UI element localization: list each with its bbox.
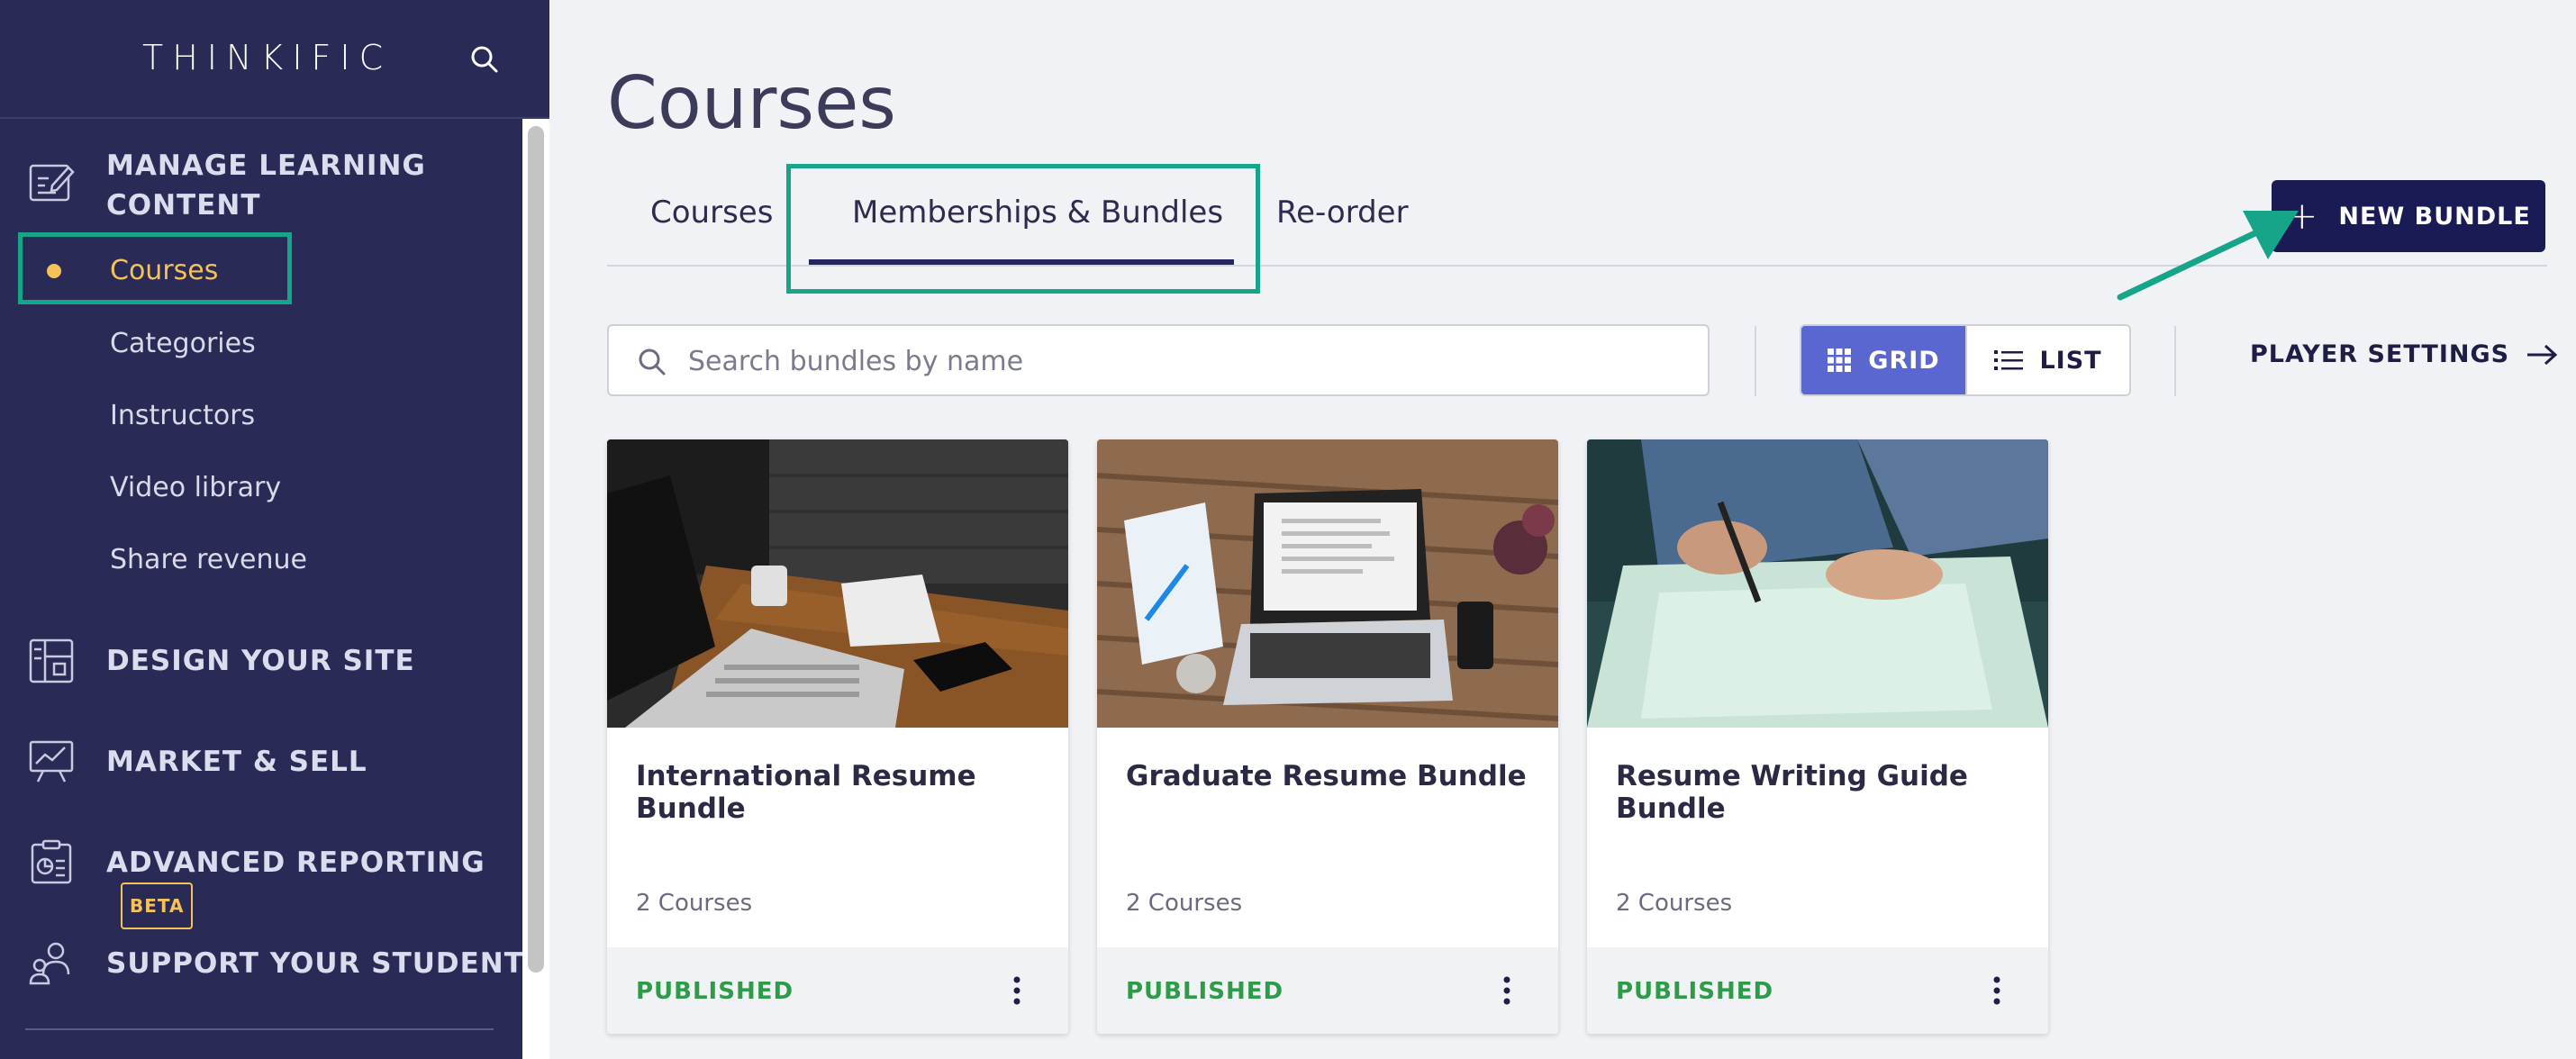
brand-bar: THINKIFIC [0, 0, 549, 119]
list-view-button[interactable]: LIST [1965, 326, 2129, 394]
bundle-card[interactable]: Graduate Resume Bundle 2 Courses PUBLISH… [1097, 439, 1558, 1034]
kebab-menu-icon[interactable] [1003, 971, 1030, 1010]
search-box [607, 324, 1710, 396]
app: THINKIFIC MANAGE LEARNING CONTENT Course… [0, 0, 2576, 1059]
chart-board-icon [29, 740, 74, 783]
edit-content-icon [29, 164, 75, 202]
nav-market-sell[interactable]: MARKET & SELL [106, 742, 367, 782]
bundle-title[interactable]: International Resume Bundle [636, 760, 1068, 825]
bundle-thumbnail [1097, 439, 1558, 728]
sidebar-item-video-library[interactable]: Video library [110, 472, 281, 503]
tab-re-order[interactable]: Re-order [1276, 195, 1409, 231]
list-icon [1994, 350, 2024, 370]
nav-advanced-reporting[interactable]: ADVANCED REPORTINGBETA [106, 843, 549, 929]
status-badge: PUBLISHED [1126, 978, 1284, 1005]
nav-support-your-students[interactable]: SUPPORT YOUR STUDENTS [106, 944, 545, 983]
sidebar-scrollbar-thumb[interactable] [528, 126, 544, 973]
sidebar-item-share-revenue[interactable]: Share revenue [110, 544, 307, 575]
layout-icon [29, 638, 74, 683]
grid-label: GRID [1868, 346, 1940, 375]
bundle-course-count: 2 Courses [1616, 890, 1733, 917]
highlight-box-tab [786, 164, 1260, 294]
beta-badge: BETA [121, 882, 194, 929]
list-label: LIST [2039, 346, 2102, 375]
arrow-right-icon [2527, 344, 2558, 365]
player-settings-label: PLAYER SETTINGS [2250, 340, 2510, 368]
bundle-card[interactable]: International Resume Bundle 2 Courses PU… [607, 439, 1068, 1034]
player-settings-link[interactable]: PLAYER SETTINGS [2250, 340, 2558, 368]
bundle-footer: PUBLISHED [1587, 947, 2048, 1034]
status-badge: PUBLISHED [1616, 978, 1774, 1005]
bundle-thumbnail [607, 439, 1068, 728]
bundle-thumbnail [1587, 439, 2048, 728]
grid-view-button[interactable]: GRID [1801, 326, 1965, 394]
nav-title-line2: CONTENT [106, 189, 261, 222]
report-icon [31, 839, 72, 884]
bundle-course-count: 2 Courses [636, 890, 753, 917]
users-icon [29, 942, 70, 985]
highlight-box-courses [18, 232, 292, 304]
nav-advanced-reporting-label: ADVANCED REPORTING [106, 846, 485, 879]
nav-design-your-site[interactable]: DESIGN YOUR SITE [106, 641, 415, 681]
tab-courses[interactable]: Courses [650, 195, 773, 231]
nav-title-line1: MANAGE LEARNING [106, 149, 426, 182]
toolbar-divider-2 [2174, 326, 2176, 396]
bundle-footer: PUBLISHED [1097, 947, 1558, 1034]
grid-icon [1828, 348, 1852, 372]
toolbar-divider [1755, 326, 1756, 396]
search-icon [639, 348, 666, 376]
new-bundle-label: NEW BUNDLE [2338, 202, 2531, 231]
bundle-card[interactable]: Resume Writing Guide Bundle 2 Courses PU… [1587, 439, 2048, 1034]
bundle-footer: PUBLISHED [607, 947, 1068, 1034]
search-input[interactable] [688, 339, 1679, 384]
search-icon[interactable] [468, 43, 501, 76]
bundle-course-count: 2 Courses [1126, 890, 1243, 917]
sidebar-item-instructors[interactable]: Instructors [110, 400, 255, 431]
status-badge: PUBLISHED [636, 978, 794, 1005]
bundle-title[interactable]: Resume Writing Guide Bundle [1616, 760, 2048, 825]
nav-manage-learning-content[interactable]: MANAGE LEARNING CONTENT [106, 146, 426, 225]
view-toggle: GRID LIST [1800, 324, 2131, 396]
kebab-menu-icon[interactable] [1983, 971, 2010, 1010]
page-title: Courses [607, 61, 896, 145]
sidebar-divider [25, 1028, 494, 1030]
sidebar-item-categories[interactable]: Categories [110, 328, 256, 359]
bundle-title[interactable]: Graduate Resume Bundle [1126, 760, 1527, 792]
annotation-arrow [2117, 211, 2299, 301]
brand-logo[interactable]: THINKIFIC [142, 38, 392, 77]
sidebar: THINKIFIC MANAGE LEARNING CONTENT Course… [0, 0, 549, 1059]
kebab-menu-icon[interactable] [1493, 971, 1520, 1010]
